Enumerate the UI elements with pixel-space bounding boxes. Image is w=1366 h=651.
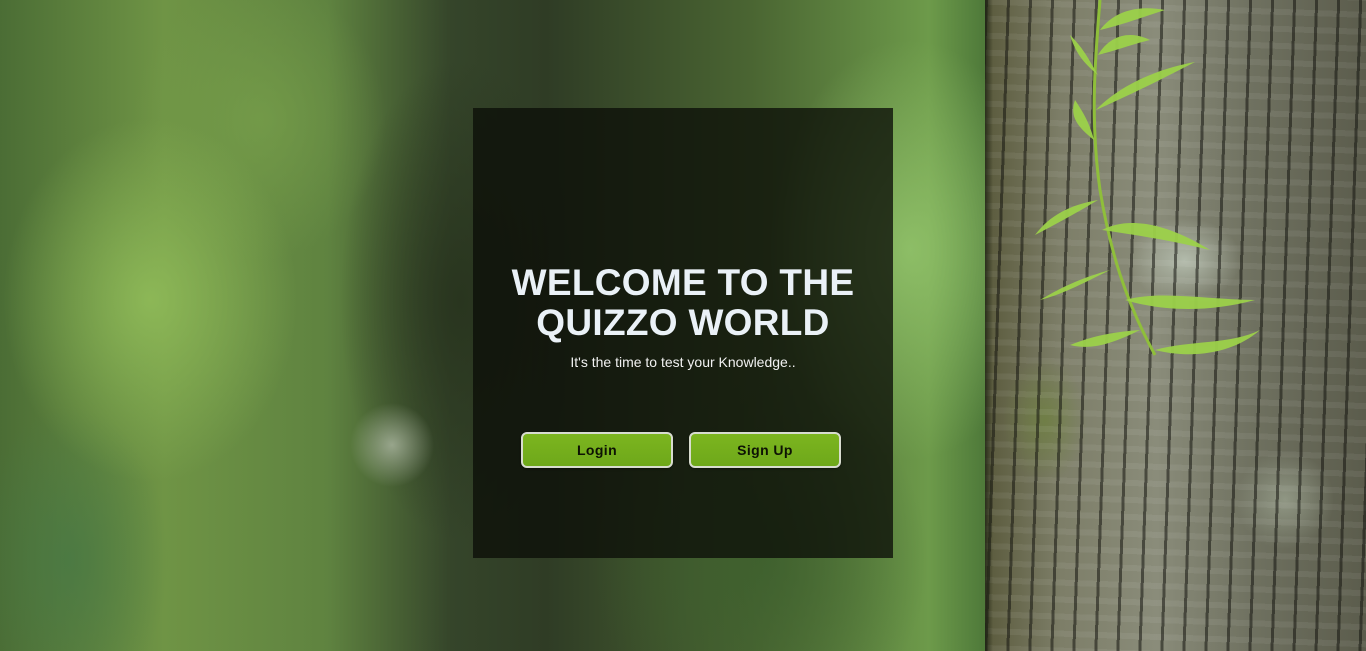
welcome-heading: WELCOME TO THE QUIZZO WORLD	[473, 263, 893, 343]
leaf-sprout-image	[1035, 0, 1260, 356]
signup-button[interactable]: Sign Up	[689, 432, 841, 468]
heading-line-2: QUIZZO WORLD	[536, 302, 830, 343]
tagline: It's the time to test your Knowledge..	[570, 354, 796, 370]
welcome-card: WELCOME TO THE QUIZZO WORLD It's the tim…	[473, 108, 893, 558]
login-button[interactable]: Login	[521, 432, 673, 468]
heading-line-1: WELCOME TO THE	[511, 262, 855, 303]
